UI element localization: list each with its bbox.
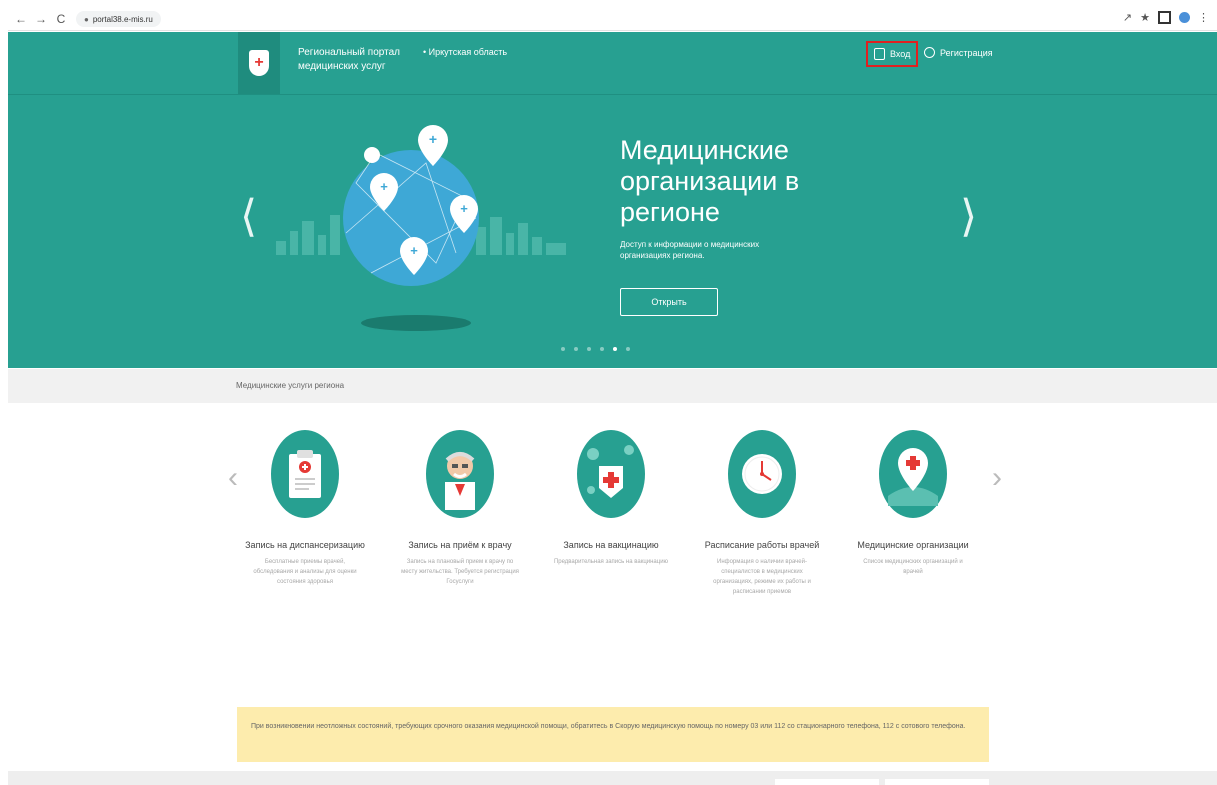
service-description: Список медицинских организаций и врачей <box>863 559 963 575</box>
footer-block <box>775 779 879 785</box>
region-selector[interactable]: • Иркутская область <box>423 47 507 57</box>
carousel-dot-active[interactable] <box>613 347 617 351</box>
forward-arrow-icon[interactable]: → <box>34 12 48 26</box>
browser-toolbar: ← → C ● portal38.e-mis.ru ↗ ★ ⋮ <box>8 8 1217 31</box>
extension-icon[interactable] <box>1158 11 1171 24</box>
service-card-doctor-appointment[interactable]: Запись на приём к врачу Запись на планов… <box>385 430 535 587</box>
service-card-dispensary[interactable]: Запись на диспансеризацию Бесплатные при… <box>230 430 380 587</box>
clock-icon <box>728 430 796 518</box>
share-icon[interactable]: ↗ <box>1123 11 1132 24</box>
service-description: Бесплатные приемы врачей, обследования и… <box>253 559 357 585</box>
carousel-dots <box>561 347 630 351</box>
register-button[interactable]: Регистрация <box>924 47 993 58</box>
svg-text:+: + <box>429 131 437 147</box>
lock-icon: ● <box>84 14 89 24</box>
browser-actions: ↗ ★ ⋮ <box>1123 11 1209 24</box>
services-next-icon[interactable]: › <box>992 463 1002 493</box>
hero-open-button[interactable]: Открыть <box>620 288 718 316</box>
service-title: Расписание работы врачей <box>704 540 820 550</box>
svg-text:+: + <box>410 243 418 258</box>
medical-cross-icon: + <box>249 50 269 76</box>
service-title: Запись на вакцинацию <box>563 540 659 550</box>
menu-icon[interactable]: ⋮ <box>1198 11 1209 24</box>
service-title: Запись на диспансеризацию <box>245 540 365 550</box>
region-label: Иркутская область <box>428 47 508 57</box>
service-description: Предварительная запись на вакцинацию <box>553 559 669 565</box>
reload-icon[interactable]: C <box>54 12 68 26</box>
address-bar[interactable]: ● portal38.e-mis.ru <box>76 11 161 27</box>
hero-carousel: ⟨ + + + + Медицинские организации в реги… <box>8 95 1217 368</box>
svg-text:+: + <box>460 201 468 216</box>
profile-avatar-icon[interactable] <box>1179 12 1190 23</box>
doctor-icon <box>426 430 494 518</box>
carousel-dot[interactable] <box>626 347 630 351</box>
service-title: Медицинские организации <box>857 540 969 550</box>
site-header: + Региональный портал медицинских услуг … <box>8 32 1217 95</box>
register-icon <box>924 47 935 58</box>
bookmark-star-icon[interactable]: ★ <box>1140 11 1150 24</box>
service-title: Запись на приём к врачу <box>408 540 512 550</box>
back-arrow-icon[interactable]: ← <box>14 12 28 26</box>
services-section-label: Медицинские услуги региона <box>236 381 345 390</box>
footer-bar <box>8 771 1217 785</box>
portal-title[interactable]: Региональный портал медицинских услуг <box>298 46 418 74</box>
carousel-prev-icon[interactable]: ⟨ <box>240 195 257 239</box>
portal-logo[interactable]: + <box>238 32 280 94</box>
globe-illustration: + + + + <box>276 125 566 331</box>
services-section-header: Медицинские услуги региона <box>8 369 1217 403</box>
service-description: Запись на плановый прием к врачу по мест… <box>401 559 519 585</box>
hero-title: Медицинские организации в регионе <box>620 135 800 227</box>
location-dot-icon: • <box>423 47 427 57</box>
clipboard-icon <box>271 430 339 518</box>
service-card-vaccination[interactable]: Запись на вакцинацию Предварительная зап… <box>536 430 686 567</box>
footer-block <box>885 779 989 785</box>
map-pin-icon <box>879 430 947 518</box>
emergency-notice: При возникновении неотложных состояний, … <box>237 707 989 762</box>
service-card-doctor-schedule[interactable]: Расписание работы врачей Информация о на… <box>687 430 837 597</box>
login-icon <box>874 48 885 60</box>
login-button[interactable]: Вход <box>866 41 919 67</box>
hero-description: Доступ к информации о медицинских органи… <box>620 240 760 260</box>
vaccine-icon <box>577 430 645 518</box>
login-label: Вход <box>890 49 911 59</box>
url-text: portal38.e-mis.ru <box>92 14 153 24</box>
carousel-next-icon[interactable]: ⟩ <box>960 195 977 239</box>
service-description: Информация о наличии врачей-специалистов… <box>713 559 811 595</box>
carousel-dot[interactable] <box>600 347 604 351</box>
carousel-dot[interactable] <box>574 347 578 351</box>
carousel-dot[interactable] <box>561 347 565 351</box>
register-label: Регистрация <box>940 47 993 58</box>
svg-text:+: + <box>380 179 388 194</box>
service-card-organizations[interactable]: Медицинские организации Список медицинск… <box>838 430 988 577</box>
carousel-dot[interactable] <box>587 347 591 351</box>
